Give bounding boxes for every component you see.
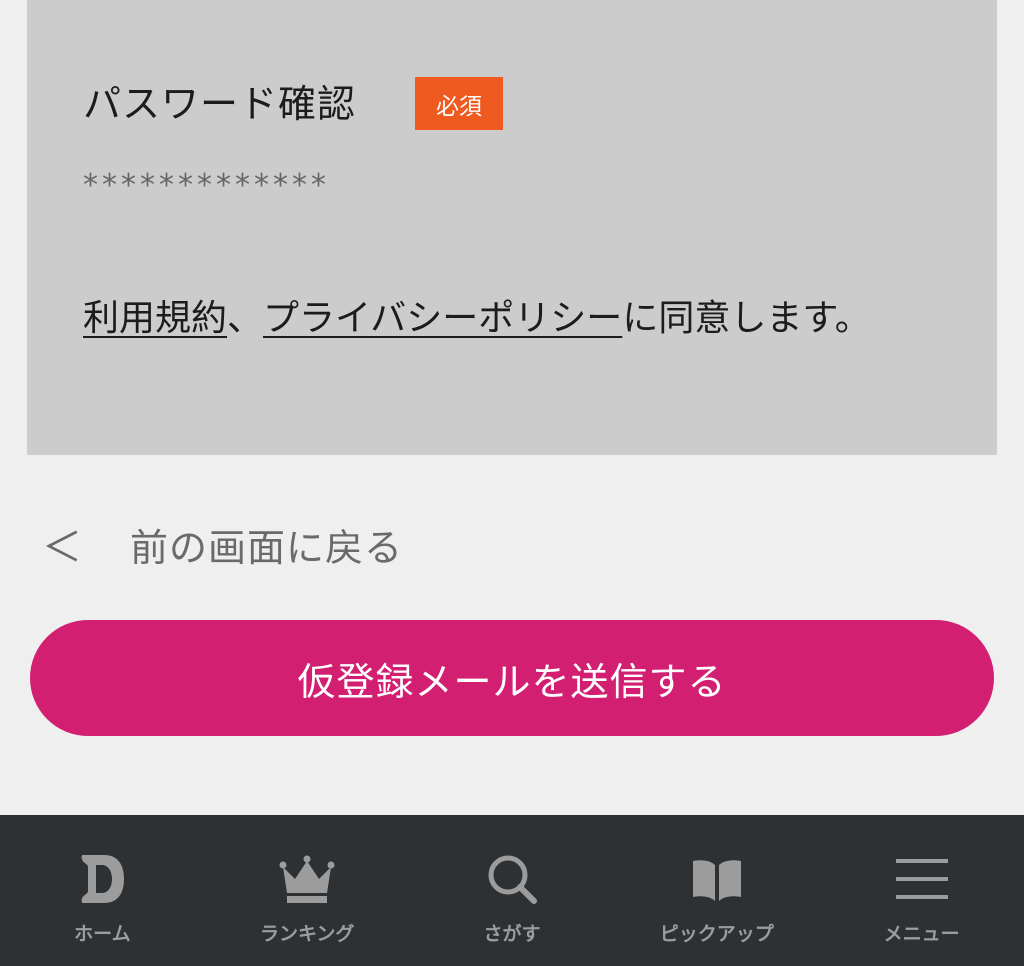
consent-text: 利用規約、プライバシーポリシーに同意します。 (83, 292, 871, 346)
chevron-left-icon: ＜ (42, 525, 82, 571)
menu-icon (895, 859, 948, 899)
terms-link[interactable]: 利用規約 (83, 298, 227, 339)
password-confirm-label: パスワード確認 (83, 82, 357, 126)
form-panel: パスワード確認 必須 ************* 利用規約、プライバシーポリシー… (27, 0, 997, 455)
privacy-policy-link[interactable]: プライバシーポリシー (263, 298, 622, 339)
back-link-label: 前の画面に戻る (130, 525, 404, 570)
nav-item-search[interactable]: さがす (410, 815, 615, 966)
send-temporary-registration-email-button[interactable]: 仮登録メールを送信する (30, 620, 994, 736)
book-icon (692, 860, 741, 901)
back-link[interactable]: ＜ 前の画面に戻る (42, 512, 403, 576)
nav-item-pickup[interactable]: ピックアップ (614, 815, 819, 966)
crown-icon (279, 855, 335, 903)
nav-item-menu[interactable]: メニュー (819, 815, 1024, 966)
consent-suffix: に同意します。 (622, 298, 871, 339)
nav-item-label: さがす (483, 923, 541, 945)
nav-item-ranking[interactable]: ランキング (205, 815, 410, 966)
search-icon (488, 855, 537, 904)
nav-item-label: ピックアップ (659, 923, 774, 945)
nav-item-home[interactable]: ホーム (0, 815, 205, 966)
nav-item-label: メニュー (883, 923, 960, 945)
nav-item-label: ランキング (259, 923, 355, 945)
home-logo-icon (82, 855, 125, 903)
nav-item-label: ホーム (74, 923, 131, 945)
bottom-nav: ホーム ランキング さがす ピックアップ メニュー (0, 815, 1024, 966)
required-badge: 必須 (415, 77, 503, 130)
consent-separator: 、 (227, 298, 264, 339)
password-confirm-field[interactable]: ************* (83, 166, 330, 206)
